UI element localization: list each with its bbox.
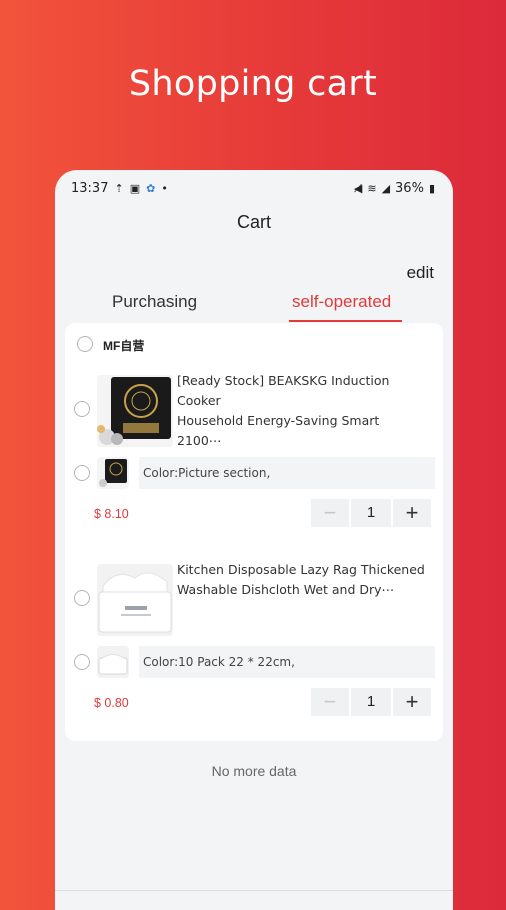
product-title-line: [Ready Stock] BEAKSKG Induction Cooker — [177, 373, 390, 408]
gallery-icon: ▣ — [129, 181, 141, 195]
variant-image — [97, 646, 129, 678]
promo-title: Shopping cart — [128, 64, 378, 104]
quantity-stepper: − 1 + — [311, 688, 431, 716]
bottom-divider — [55, 890, 453, 891]
quantity-increase-button[interactable]: + — [393, 688, 431, 716]
item-select-radio[interactable] — [74, 401, 90, 417]
wifi-icon: ≋ — [367, 181, 377, 195]
tab-bar: Purchasing self-operated — [55, 292, 453, 324]
quantity-value[interactable]: 1 — [351, 499, 391, 527]
variant-image — [97, 457, 129, 489]
battery-percent: 36% — [395, 180, 424, 196]
product-title[interactable]: [Ready Stock] BEAKSKG Induction Cooker H… — [177, 371, 427, 451]
mute-icon: ◀̸ — [353, 181, 363, 195]
cart-store-card: MF自营 [Ready Stock] BEAKSKG Induction Coo… — [65, 323, 443, 741]
status-time: 13:37 — [71, 180, 109, 196]
quantity-value[interactable]: 1 — [351, 688, 391, 716]
product-title-line: Household Energy-Saving Smart 2100⋯ — [177, 413, 380, 448]
item-price: $ 8.10 — [94, 507, 129, 521]
variant-select-radio[interactable] — [74, 465, 90, 481]
signal-icon: ◢ — [381, 181, 391, 195]
quantity-increase-button[interactable]: + — [393, 499, 431, 527]
variant-selector[interactable]: Color:10 Pack 22 * 22cm, — [139, 646, 435, 678]
edit-button[interactable]: edit — [407, 263, 434, 283]
quantity-decrease-button[interactable]: − — [311, 499, 349, 527]
store-name: MF自营 — [103, 339, 145, 353]
app-notification-icon: ✿ — [146, 181, 156, 195]
tab-self-operated[interactable]: self-operated — [292, 292, 391, 312]
product-title-line: Kitchen Disposable Lazy Rag Thickened — [177, 562, 425, 577]
product-title-line: Washable Dishcloth Wet and Dry⋯ — [177, 582, 395, 597]
page-title: Cart — [236, 212, 271, 232]
battery-icon: ▮ — [428, 181, 435, 195]
variant-selector[interactable]: Color:Picture section, — [139, 457, 435, 489]
no-more-data-label: No more data — [211, 763, 297, 779]
quantity-stepper: − 1 + — [311, 499, 431, 527]
product-image[interactable] — [97, 564, 173, 636]
tab-purchasing[interactable]: Purchasing — [112, 292, 197, 312]
product-image[interactable] — [97, 375, 173, 447]
dot-icon: • — [161, 181, 168, 195]
product-title[interactable]: Kitchen Disposable Lazy Rag Thickened Wa… — [177, 560, 427, 600]
item-price: $ 0.80 — [94, 696, 129, 710]
variant-select-radio[interactable] — [74, 654, 90, 670]
active-tab-indicator — [289, 320, 402, 322]
store-select-radio[interactable] — [77, 336, 93, 352]
upload-icon: ⇡ — [114, 181, 124, 195]
quantity-decrease-button[interactable]: − — [311, 688, 349, 716]
phone-screen: 13:37 ⇡ ▣ ✿ • ◀̸ ≋ ◢ 36% ▮ Cart edit Pur… — [55, 170, 453, 910]
status-bar: 13:37 ⇡ ▣ ✿ • ◀̸ ≋ ◢ 36% ▮ — [71, 180, 435, 196]
item-select-radio[interactable] — [74, 590, 90, 606]
